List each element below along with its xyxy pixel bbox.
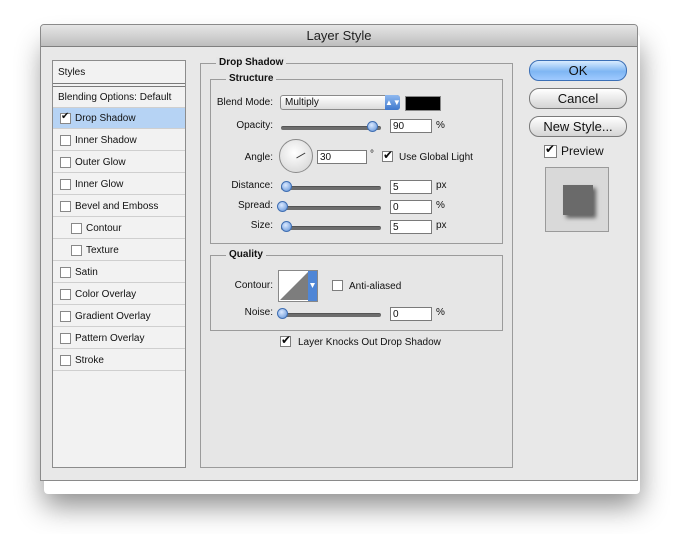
anti-aliased-label: Anti-aliased — [349, 281, 402, 292]
drop-shadow-checkbox[interactable] — [60, 111, 71, 124]
quality-title: Quality — [226, 249, 266, 260]
cancel-button[interactable]: Cancel — [529, 88, 627, 109]
styles-header[interactable]: Styles — [53, 61, 185, 84]
styles-list: Styles Blending Options: Default Drop Sh… — [52, 60, 186, 468]
angle-dial-pointer — [296, 152, 306, 159]
size-field[interactable]: 5 — [390, 220, 432, 234]
contour-checkbox[interactable] — [71, 222, 82, 234]
contour-curve-icon — [280, 271, 317, 301]
list-item-outer-glow[interactable]: Outer Glow — [53, 152, 185, 173]
outer-glow-checkbox[interactable] — [60, 156, 71, 168]
list-item-gradient-overlay[interactable]: Gradient Overlay — [53, 306, 185, 327]
new-style-button[interactable]: New Style... — [529, 116, 627, 137]
knockout-checkbox[interactable] — [280, 333, 291, 347]
structure-title: Structure — [226, 73, 277, 84]
inner-glow-checkbox[interactable] — [60, 178, 71, 190]
opacity-label: Opacity: — [236, 120, 273, 131]
opacity-unit: % — [436, 120, 445, 131]
size-unit: px — [436, 220, 447, 231]
layer-style-dialog: Layer Style Styles Blending Options: Def… — [40, 24, 638, 481]
shadow-color-swatch[interactable] — [405, 96, 441, 111]
list-item-stroke[interactable]: Stroke — [53, 350, 185, 371]
opacity-field[interactable]: 90 — [390, 119, 432, 133]
satin-checkbox[interactable] — [60, 266, 71, 278]
list-item-contour[interactable]: Contour — [53, 218, 185, 239]
blending-options-item[interactable]: Blending Options: Default — [53, 86, 185, 108]
spread-slider[interactable] — [281, 206, 381, 210]
size-label: Size: — [250, 220, 273, 231]
noise-label: Noise: — [244, 307, 273, 318]
use-global-light-label: Use Global Light — [399, 152, 473, 163]
preview-square — [563, 185, 593, 215]
list-item-texture[interactable]: Texture — [53, 240, 185, 261]
quality-group — [210, 255, 503, 331]
chevron-updown-icon: ▲▼ — [385, 95, 401, 110]
noise-slider[interactable] — [281, 313, 381, 317]
preview-thumbnail — [545, 167, 609, 232]
distance-label: Distance: — [231, 180, 273, 191]
list-item-bevel-emboss[interactable]: Bevel and Emboss — [53, 196, 185, 217]
opacity-slider[interactable] — [281, 126, 381, 130]
contour-label: Contour: — [234, 280, 273, 291]
gradient-overlay-checkbox[interactable] — [60, 310, 71, 322]
list-item-satin[interactable]: Satin — [53, 262, 185, 283]
pattern-overlay-checkbox[interactable] — [60, 332, 71, 344]
blend-mode-select[interactable]: Multiply ▲▼ — [280, 95, 401, 110]
ok-button[interactable]: OK — [529, 60, 627, 81]
bevel-emboss-checkbox[interactable] — [60, 200, 71, 212]
preview-label: Preview — [561, 144, 604, 158]
preview-checkbox[interactable] — [544, 142, 557, 158]
angle-dial[interactable] — [279, 139, 313, 173]
texture-checkbox[interactable] — [71, 244, 82, 256]
list-item-pattern-overlay[interactable]: Pattern Overlay — [53, 328, 185, 349]
noise-field[interactable]: 0 — [390, 307, 432, 321]
size-slider-knob[interactable] — [281, 221, 292, 232]
color-overlay-checkbox[interactable] — [60, 288, 71, 300]
distance-field[interactable]: 5 — [390, 180, 432, 194]
size-slider[interactable] — [281, 226, 381, 230]
distance-unit: px — [436, 180, 447, 191]
spread-slider-knob[interactable] — [277, 201, 288, 212]
opacity-slider-knob[interactable] — [367, 121, 378, 132]
angle-label: Angle: — [244, 152, 273, 163]
title-bar[interactable]: Layer Style — [41, 25, 637, 47]
noise-unit: % — [436, 307, 445, 318]
list-item-inner-glow[interactable]: Inner Glow — [53, 174, 185, 195]
list-item-drop-shadow[interactable]: Drop Shadow — [53, 108, 185, 129]
spread-unit: % — [436, 200, 445, 211]
window-title: Layer Style — [306, 28, 372, 43]
contour-picker[interactable] — [278, 270, 318, 302]
drop-shadow-title: Drop Shadow — [216, 57, 287, 68]
list-item-inner-shadow[interactable]: Inner Shadow — [53, 130, 185, 151]
knockout-label: Layer Knocks Out Drop Shadow — [298, 337, 441, 348]
blend-mode-label: Blend Mode: — [216, 97, 273, 108]
distance-slider[interactable] — [281, 186, 381, 190]
distance-slider-knob[interactable] — [281, 181, 292, 192]
spread-label: Spread: — [237, 200, 273, 211]
angle-unit: ° — [370, 149, 374, 160]
use-global-light-checkbox[interactable] — [382, 148, 393, 162]
spread-field[interactable]: 0 — [390, 200, 432, 214]
list-item-color-overlay[interactable]: Color Overlay — [53, 284, 185, 305]
inner-shadow-checkbox[interactable] — [60, 134, 71, 146]
anti-aliased-checkbox[interactable] — [332, 280, 343, 291]
angle-field[interactable]: 30 — [317, 150, 367, 164]
noise-slider-knob[interactable] — [277, 308, 288, 319]
stroke-checkbox[interactable] — [60, 354, 71, 366]
